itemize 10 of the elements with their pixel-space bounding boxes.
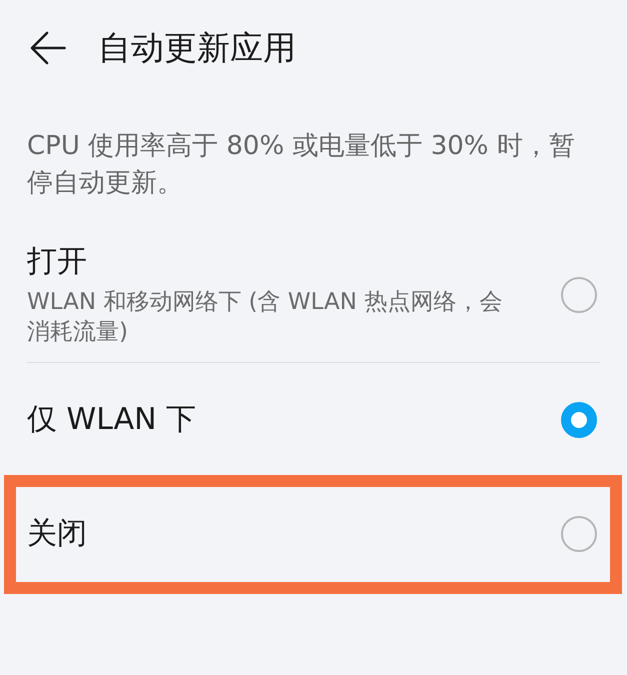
radio-button[interactable] — [561, 402, 597, 438]
radio-button[interactable] — [561, 276, 597, 312]
option-subtitle: WLAN 和移动网络下 (含 WLAN 热点网络，会消耗流量) — [27, 288, 504, 347]
option-title: 仅 WLAN 下 — [27, 400, 196, 438]
page-title: 自动更新应用 — [98, 28, 296, 68]
description-text: CPU 使用率高于 80% 或电量低于 30% 时，暂停自动更新。 — [27, 130, 576, 200]
option-title: 关闭 — [27, 514, 87, 552]
radio-button[interactable] — [561, 516, 597, 552]
option-title: 打开 — [27, 243, 87, 281]
left-arrow-icon — [30, 31, 66, 65]
